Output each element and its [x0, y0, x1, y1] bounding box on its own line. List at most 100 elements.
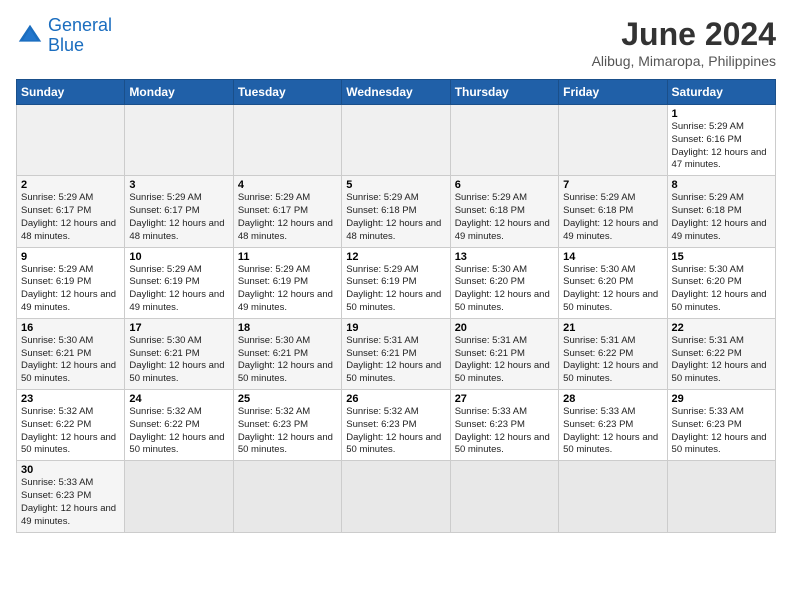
calendar-title: June 2024 — [592, 16, 776, 53]
header-day-tuesday: Tuesday — [233, 80, 341, 105]
day-info: Sunrise: 5:30 AMSunset: 6:20 PMDaylight:… — [455, 264, 554, 315]
calendar-cell: 10Sunrise: 5:29 AMSunset: 6:19 PMDayligh… — [125, 247, 233, 318]
day-number: 1 — [672, 108, 771, 120]
day-info: Sunrise: 5:29 AMSunset: 6:18 PMDaylight:… — [672, 192, 771, 243]
calendar-cell: 11Sunrise: 5:29 AMSunset: 6:19 PMDayligh… — [233, 247, 341, 318]
calendar-cell: 3Sunrise: 5:29 AMSunset: 6:17 PMDaylight… — [125, 176, 233, 247]
calendar-cell: 28Sunrise: 5:33 AMSunset: 6:23 PMDayligh… — [559, 390, 667, 461]
day-number: 30 — [21, 464, 120, 476]
calendar-cell — [450, 105, 558, 176]
day-number: 13 — [455, 251, 554, 263]
day-number: 10 — [129, 251, 228, 263]
day-info: Sunrise: 5:29 AMSunset: 6:17 PMDaylight:… — [129, 192, 228, 243]
calendar-cell: 9Sunrise: 5:29 AMSunset: 6:19 PMDaylight… — [17, 247, 125, 318]
day-info: Sunrise: 5:29 AMSunset: 6:19 PMDaylight:… — [238, 264, 337, 315]
calendar-cell: 5Sunrise: 5:29 AMSunset: 6:18 PMDaylight… — [342, 176, 450, 247]
day-info: Sunrise: 5:29 AMSunset: 6:17 PMDaylight:… — [238, 192, 337, 243]
day-number: 20 — [455, 322, 554, 334]
day-number: 4 — [238, 179, 337, 191]
header-day-thursday: Thursday — [450, 80, 558, 105]
day-info: Sunrise: 5:30 AMSunset: 6:21 PMDaylight:… — [238, 335, 337, 386]
day-info: Sunrise: 5:32 AMSunset: 6:23 PMDaylight:… — [346, 406, 445, 457]
calendar-cell — [125, 461, 233, 532]
day-info: Sunrise: 5:32 AMSunset: 6:22 PMDaylight:… — [21, 406, 120, 457]
day-info: Sunrise: 5:29 AMSunset: 6:19 PMDaylight:… — [129, 264, 228, 315]
calendar-table: SundayMondayTuesdayWednesdayThursdayFrid… — [16, 79, 776, 533]
day-number: 24 — [129, 393, 228, 405]
calendar-cell: 29Sunrise: 5:33 AMSunset: 6:23 PMDayligh… — [667, 390, 775, 461]
calendar-cell: 17Sunrise: 5:30 AMSunset: 6:21 PMDayligh… — [125, 318, 233, 389]
title-block: June 2024 Alibug, Mimaropa, Philippines — [592, 16, 776, 69]
day-info: Sunrise: 5:29 AMSunset: 6:17 PMDaylight:… — [21, 192, 120, 243]
calendar-header: SundayMondayTuesdayWednesdayThursdayFrid… — [17, 80, 776, 105]
day-info: Sunrise: 5:30 AMSunset: 6:20 PMDaylight:… — [672, 264, 771, 315]
day-number: 27 — [455, 393, 554, 405]
day-info: Sunrise: 5:31 AMSunset: 6:22 PMDaylight:… — [672, 335, 771, 386]
header-day-monday: Monday — [125, 80, 233, 105]
day-number: 21 — [563, 322, 662, 334]
day-number: 9 — [21, 251, 120, 263]
logo-text: General Blue — [48, 16, 112, 56]
day-number: 19 — [346, 322, 445, 334]
calendar-cell: 20Sunrise: 5:31 AMSunset: 6:21 PMDayligh… — [450, 318, 558, 389]
calendar-cell — [342, 105, 450, 176]
day-number: 7 — [563, 179, 662, 191]
day-info: Sunrise: 5:29 AMSunset: 6:19 PMDaylight:… — [346, 264, 445, 315]
calendar-cell — [233, 461, 341, 532]
day-info: Sunrise: 5:33 AMSunset: 6:23 PMDaylight:… — [672, 406, 771, 457]
day-number: 2 — [21, 179, 120, 191]
header-day-wednesday: Wednesday — [342, 80, 450, 105]
week-row-1: 2Sunrise: 5:29 AMSunset: 6:17 PMDaylight… — [17, 176, 776, 247]
calendar-cell: 16Sunrise: 5:30 AMSunset: 6:21 PMDayligh… — [17, 318, 125, 389]
day-info: Sunrise: 5:31 AMSunset: 6:22 PMDaylight:… — [563, 335, 662, 386]
day-info: Sunrise: 5:33 AMSunset: 6:23 PMDaylight:… — [563, 406, 662, 457]
day-number: 22 — [672, 322, 771, 334]
day-info: Sunrise: 5:30 AMSunset: 6:20 PMDaylight:… — [563, 264, 662, 315]
calendar-cell — [559, 105, 667, 176]
calendar-cell: 18Sunrise: 5:30 AMSunset: 6:21 PMDayligh… — [233, 318, 341, 389]
logo: General Blue — [16, 16, 112, 56]
day-info: Sunrise: 5:29 AMSunset: 6:18 PMDaylight:… — [346, 192, 445, 243]
calendar-cell: 13Sunrise: 5:30 AMSunset: 6:20 PMDayligh… — [450, 247, 558, 318]
calendar-cell: 26Sunrise: 5:32 AMSunset: 6:23 PMDayligh… — [342, 390, 450, 461]
calendar-cell — [233, 105, 341, 176]
day-number: 6 — [455, 179, 554, 191]
calendar-cell: 12Sunrise: 5:29 AMSunset: 6:19 PMDayligh… — [342, 247, 450, 318]
day-info: Sunrise: 5:32 AMSunset: 6:22 PMDaylight:… — [129, 406, 228, 457]
day-number: 17 — [129, 322, 228, 334]
day-info: Sunrise: 5:32 AMSunset: 6:23 PMDaylight:… — [238, 406, 337, 457]
calendar-cell: 30Sunrise: 5:33 AMSunset: 6:23 PMDayligh… — [17, 461, 125, 532]
day-info: Sunrise: 5:30 AMSunset: 6:21 PMDaylight:… — [21, 335, 120, 386]
calendar-cell: 14Sunrise: 5:30 AMSunset: 6:20 PMDayligh… — [559, 247, 667, 318]
day-number: 14 — [563, 251, 662, 263]
calendar-cell: 4Sunrise: 5:29 AMSunset: 6:17 PMDaylight… — [233, 176, 341, 247]
calendar-cell: 24Sunrise: 5:32 AMSunset: 6:22 PMDayligh… — [125, 390, 233, 461]
calendar-cell: 2Sunrise: 5:29 AMSunset: 6:17 PMDaylight… — [17, 176, 125, 247]
day-number: 16 — [21, 322, 120, 334]
calendar-cell — [559, 461, 667, 532]
week-row-3: 16Sunrise: 5:30 AMSunset: 6:21 PMDayligh… — [17, 318, 776, 389]
day-info: Sunrise: 5:31 AMSunset: 6:21 PMDaylight:… — [455, 335, 554, 386]
calendar-body: 1Sunrise: 5:29 AMSunset: 6:16 PMDaylight… — [17, 105, 776, 533]
day-number: 29 — [672, 393, 771, 405]
day-info: Sunrise: 5:29 AMSunset: 6:16 PMDaylight:… — [672, 121, 771, 172]
logo-blue: Blue — [48, 35, 84, 55]
week-row-4: 23Sunrise: 5:32 AMSunset: 6:22 PMDayligh… — [17, 390, 776, 461]
calendar-cell: 7Sunrise: 5:29 AMSunset: 6:18 PMDaylight… — [559, 176, 667, 247]
calendar-cell — [342, 461, 450, 532]
logo-icon — [16, 22, 44, 50]
day-number: 8 — [672, 179, 771, 191]
calendar-cell — [667, 461, 775, 532]
day-info: Sunrise: 5:29 AMSunset: 6:19 PMDaylight:… — [21, 264, 120, 315]
calendar-cell: 21Sunrise: 5:31 AMSunset: 6:22 PMDayligh… — [559, 318, 667, 389]
day-info: Sunrise: 5:33 AMSunset: 6:23 PMDaylight:… — [21, 477, 120, 528]
calendar-cell: 23Sunrise: 5:32 AMSunset: 6:22 PMDayligh… — [17, 390, 125, 461]
day-number: 12 — [346, 251, 445, 263]
day-number: 15 — [672, 251, 771, 263]
day-number: 18 — [238, 322, 337, 334]
day-number: 28 — [563, 393, 662, 405]
week-row-5: 30Sunrise: 5:33 AMSunset: 6:23 PMDayligh… — [17, 461, 776, 532]
day-number: 5 — [346, 179, 445, 191]
day-info: Sunrise: 5:29 AMSunset: 6:18 PMDaylight:… — [455, 192, 554, 243]
header-day-sunday: Sunday — [17, 80, 125, 105]
